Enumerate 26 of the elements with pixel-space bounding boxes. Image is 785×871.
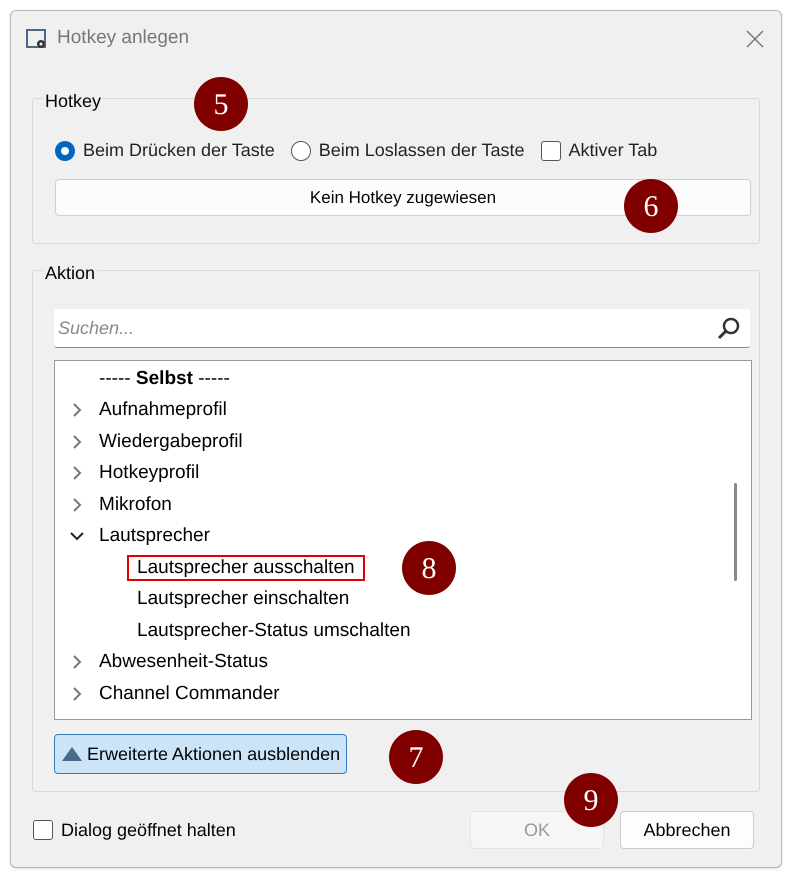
tree-item[interactable]: Hotkeyprofil — [99, 459, 200, 488]
window-title: Hotkey anlegen — [57, 26, 190, 50]
triangle-up-icon — [61, 746, 83, 762]
dialog-button[interactable]: Abbrechen — [620, 811, 754, 849]
collapse-actions-button[interactable]: Erweiterte Aktionen ausblenden — [54, 734, 348, 774]
tree-item[interactable]: Lautsprecher ausschalten — [127, 554, 365, 581]
tree-item[interactable]: Lautsprecher-Status umschalten — [127, 620, 421, 642]
option-label[interactable]: Beim Loslassen der Taste — [318, 137, 525, 164]
radio-button[interactable] — [55, 140, 75, 160]
scrollbar[interactable] — [734, 483, 737, 581]
tree-item[interactable]: Lautsprecher einschalten — [127, 588, 360, 610]
tree-item[interactable]: Mikrofon — [99, 490, 172, 519]
checkbox[interactable] — [33, 820, 53, 840]
radio-button[interactable] — [290, 140, 311, 160]
option-label[interactable]: Aktiver Tab — [568, 137, 658, 164]
tree-item[interactable]: Aufnahmeprofil — [99, 396, 227, 424]
tree-item[interactable]: Lautsprecher — [99, 522, 210, 550]
tree-header: ----- Selbst ----- — [99, 366, 230, 390]
option-label[interactable]: Beim Drücken der Taste — [83, 137, 275, 164]
tree-item[interactable]: Channel Commander — [99, 680, 280, 708]
tree-item[interactable]: Wiedergabeprofil — [99, 428, 243, 456]
tree-item[interactable]: Abwesenheit-Status — [99, 648, 268, 676]
checkbox-label[interactable]: Dialog geöffnet halten — [61, 816, 236, 844]
search-icon[interactable] — [716, 315, 742, 341]
search-field[interactable]: Suchen... — [54, 309, 750, 348]
checkbox[interactable] — [540, 140, 561, 160]
